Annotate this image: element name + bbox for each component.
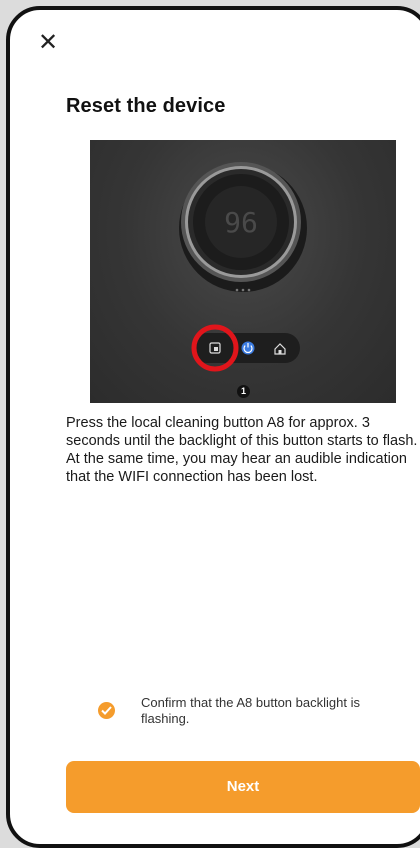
confirm-checkbox[interactable] bbox=[98, 702, 115, 719]
phone-frame: ✕ Reset the device 96 1 Press the local … bbox=[6, 6, 420, 848]
dial-dot bbox=[241, 288, 245, 292]
dial-dot bbox=[247, 288, 251, 292]
check-icon bbox=[101, 706, 112, 715]
next-button[interactable]: Next bbox=[66, 761, 420, 813]
dial-display-digits: 96 bbox=[224, 206, 258, 239]
page-title: Reset the device bbox=[66, 95, 226, 117]
instruction-text: Press the local cleaning button A8 for a… bbox=[66, 415, 418, 485]
device-illustration: 96 1 bbox=[90, 140, 396, 403]
step-number-badge: 1 bbox=[237, 385, 250, 398]
close-icon[interactable]: ✕ bbox=[38, 30, 62, 54]
power-icon bbox=[241, 341, 255, 355]
dial-dot bbox=[235, 288, 239, 292]
confirm-label: Confirm that the A8 button backlight is … bbox=[141, 695, 360, 726]
device-illustration-graphic: 96 bbox=[179, 162, 307, 372]
